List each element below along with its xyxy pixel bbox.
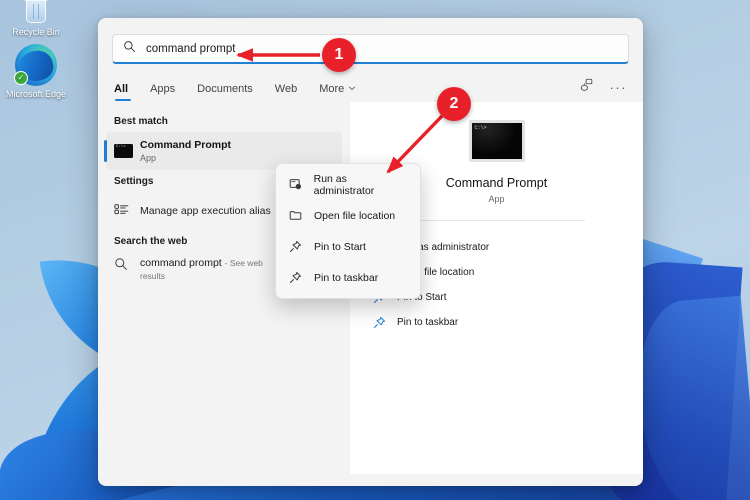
context-menu-pin-to-taskbar[interactable]: Pin to taskbar [276,262,420,293]
preview-subtitle: App [488,194,504,204]
search-query-text: command prompt [146,43,235,55]
annotation-badge-2: 2 [437,87,471,121]
context-menu-open-file-location[interactable]: Open file location [276,200,420,231]
tab-apps[interactable]: Apps [150,83,175,102]
result-title: Command Prompt [140,139,231,152]
microsoft-edge-icon: ✓ [15,44,57,86]
pin-icon [288,240,303,253]
section-label-best-match: Best match [98,110,350,132]
preview-action-pin-to-taskbar[interactable]: Pin to taskbar [372,310,643,335]
context-menu-item-label: Open file location [314,210,395,222]
more-options-icon[interactable]: ··· [610,80,628,95]
search-input[interactable]: command prompt [112,34,629,64]
tab-label: Web [275,83,297,95]
desktop-icon-microsoft-edge[interactable]: ✓ Microsoft Edge [0,44,72,100]
command-prompt-window-icon [469,120,525,162]
tab-label: Apps [150,83,175,95]
chevron-down-icon [348,83,356,95]
search-icon [123,40,136,58]
desktop-icon-label: Recycle Bin [12,27,60,37]
command-prompt-icon [114,144,140,158]
app-list-icon [114,203,140,219]
tab-label: Documents [197,83,253,95]
shield-admin-icon [288,178,303,191]
result-title: Manage app execution alias [140,205,271,217]
folder-icon [288,209,303,222]
context-menu: Run as administrator Open file location … [275,163,421,299]
tab-web[interactable]: Web [275,83,297,102]
context-menu-pin-to-start[interactable]: Pin to Start [276,231,420,262]
result-title: command prompt [140,257,222,269]
preview-action-label: Pin to taskbar [397,317,458,328]
desktop-screen: Recycle Bin ✓ Microsoft Edge command pro… [0,0,750,500]
tab-more[interactable]: More [319,83,356,102]
tab-label: More [319,83,344,95]
context-menu-item-label: Run as administrator [314,173,408,197]
preview-title: Command Prompt [446,176,547,190]
tab-all[interactable]: All [114,83,128,102]
feedback-icon[interactable] [580,78,594,97]
wallpaper-ribbon [631,296,750,500]
desktop-icon-recycle-bin[interactable]: Recycle Bin [0,0,72,38]
search-tabs: All Apps Documents Web More [98,64,643,102]
search-box-container: command prompt [98,18,643,64]
context-menu-item-label: Pin to taskbar [314,272,378,284]
annotation-badge-1: 1 [322,38,356,72]
context-menu-run-as-administrator[interactable]: Run as administrator [276,169,420,200]
pin-icon [288,271,303,284]
search-icon [114,257,140,271]
tab-label: All [114,83,128,95]
tab-documents[interactable]: Documents [197,83,253,102]
pin-icon [372,316,386,329]
recycle-bin-icon [23,0,49,24]
search-header-actions: ··· [580,78,628,102]
context-menu-item-label: Pin to Start [314,241,366,253]
result-subtitle: App [140,152,231,164]
desktop-icon-label: Microsoft Edge [6,89,66,99]
